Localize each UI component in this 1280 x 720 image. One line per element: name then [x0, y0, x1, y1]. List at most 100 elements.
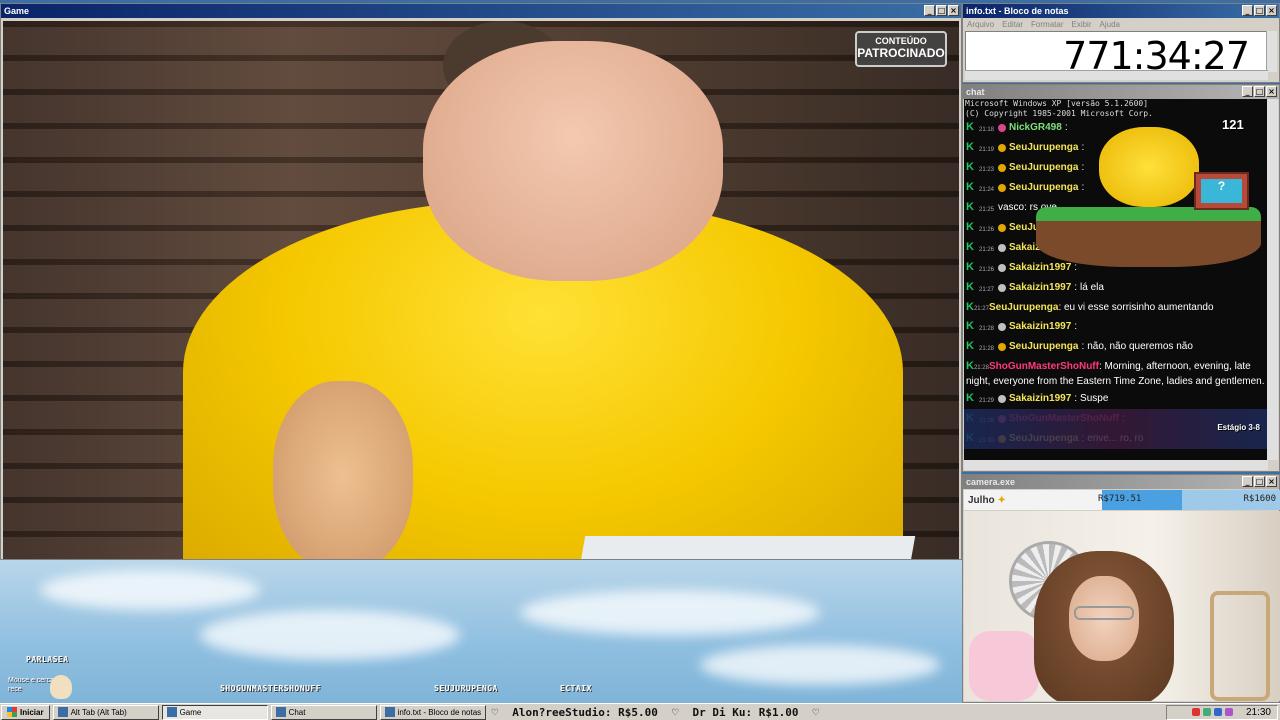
chair [1210, 591, 1270, 701]
taskbar-button[interactable]: info.txt - Bloco de notas [379, 704, 486, 720]
user-badge-icon [998, 124, 1006, 132]
tray-icon[interactable] [1224, 708, 1233, 716]
minimize-button[interactable]: _ [1242, 5, 1253, 16]
chat-message: K 21:29 Sakaizin1997: Suspe [964, 390, 1268, 410]
sponsored-line2: PATROCINADO [857, 46, 945, 60]
user-badge-icon [998, 323, 1006, 331]
close-button[interactable]: × [1266, 86, 1277, 97]
notepad-title: info.txt - Bloco de notas [966, 6, 1069, 16]
menu-formatar[interactable]: Formatar [1031, 20, 1063, 29]
message-username[interactable]: Sakaizin1997 [1009, 281, 1071, 294]
heart-icon: ♡ [491, 705, 499, 719]
tray-icon[interactable] [1202, 708, 1211, 716]
tray-icon[interactable] [1191, 708, 1200, 716]
start-button[interactable]: Iniciar [1, 704, 50, 720]
system-tray: 21:30 [1166, 704, 1278, 720]
ticker-item: Dr Di Ku: R$1.00 [692, 705, 799, 719]
message-username[interactable]: SeuJurupenga [1009, 340, 1078, 353]
menu-exibir[interactable]: Exibir [1071, 20, 1091, 29]
message-time: 21:24 [979, 187, 995, 193]
desktop-label[interactable]: PARLASEA [26, 655, 69, 664]
message-text: eu vi esse sorrisinho aumentando [1064, 302, 1214, 313]
webcam-feed [964, 511, 1280, 701]
cloud [40, 570, 260, 610]
message-time: 21:28 [979, 326, 995, 332]
camera-window-controls: _ □ × [1242, 476, 1277, 487]
window-icon [57, 707, 68, 717]
close-button[interactable]: × [1266, 476, 1277, 487]
menu-ajuda[interactable]: Ajuda [1100, 20, 1120, 29]
chat-vertical-scrollbar[interactable] [1267, 99, 1278, 460]
taskbar-button[interactable]: Chat [270, 704, 377, 720]
game-title: Game [4, 6, 30, 16]
message-time: 21:27 [979, 287, 995, 293]
game-titlebar[interactable]: Game _ □ × [1, 4, 961, 18]
window-icon [166, 707, 177, 717]
kick-icon: K [966, 241, 974, 253]
kick-icon: K [966, 201, 974, 213]
message-username[interactable]: ShoGunMasterShoNuff [989, 361, 1099, 372]
message-time: 21:18 [979, 127, 995, 133]
chat-window[interactable]: chat _ □ × Microsoft Windows XP [versão … [962, 84, 1280, 472]
taskbar-button[interactable]: Alt Tab (Alt Tab) [52, 704, 159, 720]
notepad-horizontal-scrollbar[interactable] [965, 70, 1268, 80]
user-badge-icon [998, 284, 1006, 292]
notepad-vertical-scrollbar[interactable] [1266, 31, 1277, 72]
message-username[interactable]: Sakaizin1997 [1009, 320, 1071, 333]
user-badge-icon [998, 184, 1006, 192]
chat-horizontal-scrollbar[interactable] [964, 460, 1268, 470]
menu-arquivo[interactable]: Arquivo [967, 20, 994, 29]
message-time: 21:26 [979, 227, 995, 233]
presenter-face [423, 41, 723, 281]
message-text: Suspe [1080, 393, 1109, 404]
taskbar-button-label: Game [179, 707, 202, 717]
task-list: Alt Tab (Alt Tab) Game Chat info.txt - Bloc… [50, 704, 486, 720]
minimize-button[interactable]: _ [1242, 476, 1253, 487]
camera-titlebar[interactable]: camera.exe _ □ × [963, 475, 1279, 489]
minimize-button[interactable]: _ [1242, 86, 1253, 97]
cloud [200, 610, 460, 660]
message-time: 21:28 [979, 346, 995, 352]
window-icon [275, 707, 286, 717]
taskbar: Iniciar Alt Tab (Alt Tab) Game Chat info.tx… [0, 703, 1280, 720]
chat-log[interactable]: Microsoft Windows XP [versão 5.1.2600] (… [964, 99, 1268, 460]
donation-ticker: ♡ Alon?reeStudio: R$5.00 ♡ Dr Di Ku: R$1… [486, 705, 1166, 720]
close-button[interactable]: × [948, 5, 959, 16]
cloud [700, 645, 940, 685]
user-badge-icon [998, 224, 1006, 232]
yellow-creature [1099, 127, 1199, 207]
stage-label: Estágio 3-8 [1217, 423, 1260, 432]
desktop-label[interactable]: SHOGUNMASTERSHONUFF [220, 684, 321, 693]
notepad-text-area[interactable]: 771:34:27 [965, 31, 1268, 78]
camera-window[interactable]: camera.exe _ □ × Julho ✦ R$719.51 R$1600 [962, 474, 1280, 703]
chat-window-controls: _ □ × [1242, 86, 1277, 97]
maximize-button[interactable]: □ [1254, 5, 1265, 16]
kick-icon: K [966, 181, 974, 193]
desktop-label[interactable]: ECTAIX [560, 684, 592, 693]
user-badge-icon [998, 164, 1006, 172]
close-button[interactable]: × [1266, 5, 1277, 16]
donation-goal-bar: Julho ✦ R$719.51 R$1600 [964, 490, 1280, 510]
overlay-count: 121 [1222, 117, 1244, 132]
message-username[interactable]: Sakaizin1997 [1009, 392, 1071, 405]
maximize-button[interactable]: □ [1254, 476, 1265, 487]
notepad-titlebar[interactable]: info.txt - Bloco de notas _ □ × [963, 4, 1279, 18]
clock[interactable]: 21:30 [1246, 707, 1271, 718]
maximize-button[interactable]: □ [1254, 86, 1265, 97]
menu-editar[interactable]: Editar [1002, 20, 1023, 29]
taskbar-button[interactable]: Game [161, 704, 268, 720]
tray-icon[interactable] [1213, 708, 1222, 716]
maximize-button[interactable]: □ [936, 5, 947, 16]
game-window[interactable]: Game _ □ × CONTEÚDO PATROCINADO [0, 3, 962, 560]
kick-icon: K [966, 281, 974, 293]
message-username[interactable]: SeuJurupenga [989, 302, 1058, 313]
taskbar-button-label: Alt Tab (Alt Tab) [70, 707, 127, 717]
windows-logo-icon [7, 707, 17, 717]
desktop-label[interactable]: SEUJURUPENGA [434, 684, 498, 693]
minimize-button[interactable]: _ [924, 5, 935, 16]
kick-icon: K [966, 360, 974, 372]
pillow [969, 631, 1039, 701]
chicken-icon[interactable] [50, 675, 72, 699]
chat-titlebar[interactable]: chat _ □ × [963, 85, 1279, 99]
notepad-window[interactable]: info.txt - Bloco de notas _ □ × Arquivo … [962, 3, 1280, 83]
